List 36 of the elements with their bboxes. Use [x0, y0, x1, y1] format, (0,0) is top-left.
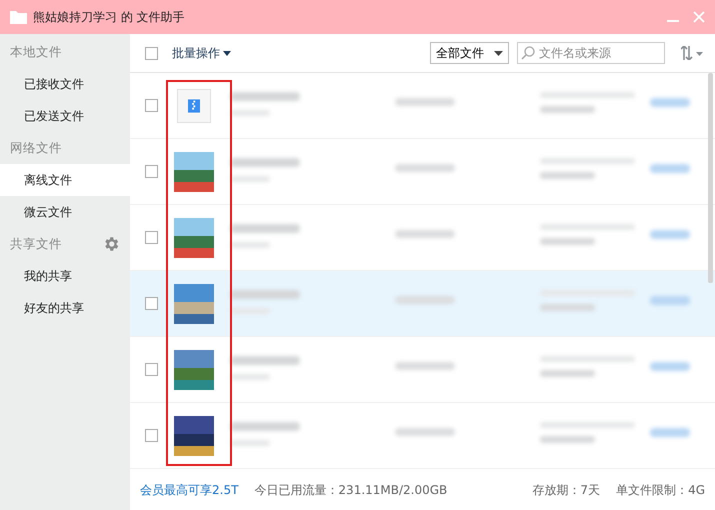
row-checkbox[interactable] — [145, 363, 158, 376]
photo-placeholder — [174, 152, 214, 192]
sidebar-item[interactable]: 离线文件 — [0, 164, 130, 196]
search-icon — [521, 46, 535, 60]
caret-icon — [494, 50, 503, 56]
traffic-text: 今日已用流量：231.11MB/2.00GB — [254, 482, 448, 498]
row-checkbox[interactable] — [145, 231, 158, 244]
search-field[interactable]: 文件名或来源 — [517, 42, 665, 64]
sidebar-item[interactable]: 已接收文件 — [0, 68, 130, 100]
sort-icon[interactable] — [681, 46, 703, 60]
row-checkbox[interactable] — [145, 429, 158, 442]
section-heading: 共享文件 — [10, 236, 62, 252]
file-type-dropdown[interactable]: 全部文件 — [430, 42, 509, 64]
archive-file-icon — [177, 88, 211, 122]
photo-placeholder — [174, 218, 214, 258]
row-checkbox[interactable] — [145, 99, 158, 112]
retention-text: 存放期：7天 — [532, 482, 600, 498]
close-icon[interactable] — [693, 11, 705, 23]
row-checkbox[interactable] — [145, 165, 158, 178]
membership-link[interactable]: 会员最高可享2.5T — [140, 482, 238, 498]
caret-icon — [223, 50, 231, 56]
photo-placeholder — [174, 284, 214, 324]
select-all-checkbox[interactable] — [145, 46, 158, 60]
file-limit-text: 单文件限制：4G — [616, 482, 705, 498]
sidebar-item[interactable]: 好友的共享 — [0, 292, 130, 324]
row-checkbox[interactable] — [145, 297, 158, 310]
sidebar-item[interactable]: 微云文件 — [0, 196, 130, 228]
batch-operation-dropdown[interactable]: 批量操作 — [172, 44, 231, 62]
photo-placeholder — [174, 350, 214, 390]
sidebar-item[interactable]: 我的共享 — [0, 260, 130, 292]
window-title: 熊姑娘持刀学习 的 文件助手 — [33, 8, 185, 26]
folder-icon — [10, 10, 27, 24]
section-heading: 网络文件 — [10, 140, 62, 156]
photo-placeholder — [174, 416, 214, 456]
section-heading: 本地文件 — [10, 44, 62, 60]
sidebar-item[interactable]: 已发送文件 — [0, 100, 130, 132]
